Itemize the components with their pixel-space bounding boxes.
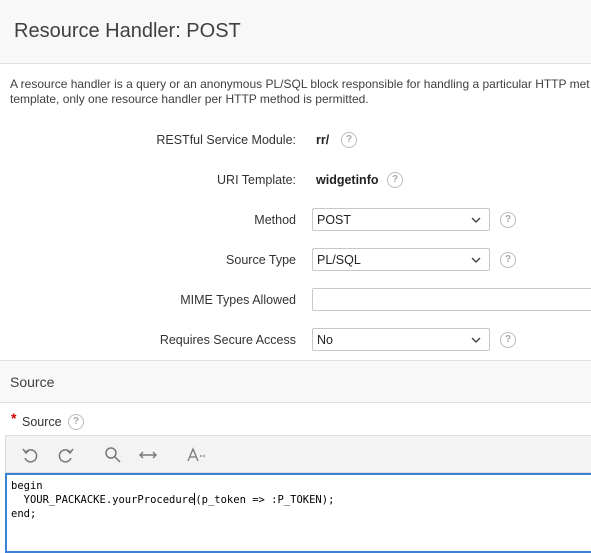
chevron-down-icon — [471, 257, 481, 263]
source-label: Source — [22, 415, 62, 429]
secure-access-select[interactable]: No — [312, 328, 490, 351]
code-line-3: end; — [11, 508, 37, 520]
method-select-value: POST — [317, 213, 352, 227]
code-line-1: begin — [11, 480, 43, 492]
source-type-help-icon[interactable]: ? — [500, 252, 516, 268]
source-type-label: Source Type — [226, 253, 296, 267]
search-icon[interactable] — [103, 445, 123, 465]
description: A resource handler is a query or an anon… — [10, 77, 591, 107]
page-header: Resource Handler: POST — [0, 0, 591, 64]
uri-help-icon[interactable]: ? — [387, 172, 403, 188]
source-type-select[interactable]: PL/SQL — [312, 248, 490, 271]
redo-icon[interactable] — [56, 445, 76, 465]
chevron-down-icon — [471, 337, 481, 343]
uri-value: widgetinfo — [316, 173, 379, 187]
description-line-2: template, only one resource handler per … — [10, 92, 369, 106]
code-editor[interactable]: begin YOUR_PACKACKE.yourProcedure(p_toke… — [5, 473, 591, 553]
mime-label: MIME Types Allowed — [180, 293, 296, 307]
secure-access-label: Requires Secure Access — [159, 333, 296, 347]
required-marker: * — [11, 410, 17, 426]
chevron-down-icon — [471, 217, 481, 223]
source-section-title: Source — [10, 374, 55, 390]
editor-toolbar — [5, 435, 591, 473]
source-help-icon[interactable]: ? — [68, 414, 84, 430]
code-line-2b: (p_token => :P_TOKEN); — [195, 494, 335, 506]
page-title: Resource Handler: POST — [14, 20, 241, 42]
text-size-icon[interactable] — [186, 445, 206, 465]
code-line-2a: YOUR_PACKACKE.yourProcedure — [11, 494, 195, 506]
source-type-select-value: PL/SQL — [317, 253, 361, 267]
uri-label: URI Template: — [217, 173, 296, 187]
secure-access-select-value: No — [317, 333, 333, 347]
module-help-icon[interactable]: ? — [341, 132, 357, 148]
mime-types-input[interactable] — [312, 288, 591, 311]
undo-icon[interactable] — [20, 445, 40, 465]
secure-access-help-icon[interactable]: ? — [500, 332, 516, 348]
description-line-1: A resource handler is a query or an anon… — [10, 77, 590, 91]
method-label: Method — [254, 213, 296, 227]
module-value: rr/ — [316, 133, 330, 147]
expand-icon[interactable] — [138, 445, 158, 465]
method-help-icon[interactable]: ? — [500, 212, 516, 228]
code-content: begin YOUR_PACKACKE.yourProcedure(p_toke… — [11, 479, 334, 521]
method-select[interactable]: POST — [312, 208, 490, 231]
module-label: RESTful Service Module: — [156, 133, 296, 147]
source-section-header: Source — [0, 360, 591, 403]
